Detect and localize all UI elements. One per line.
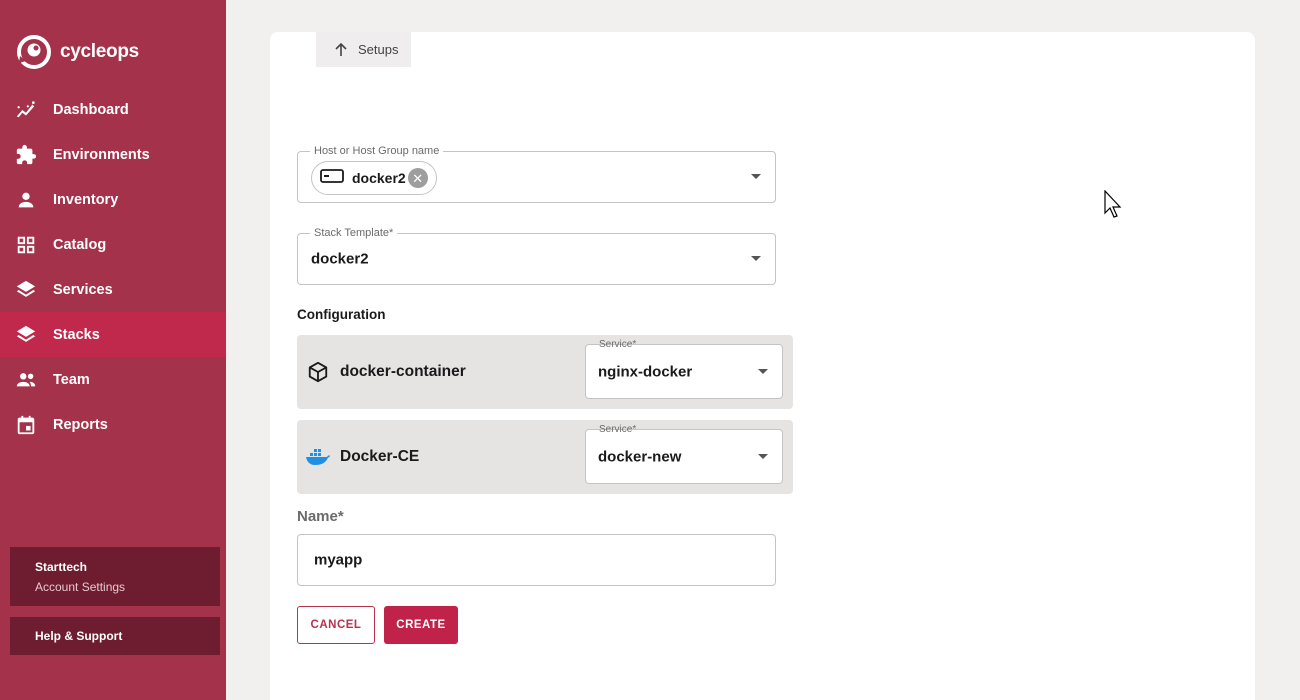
sidebar-item-label: Team [53, 371, 90, 388]
host-chip-label: docker2 [352, 170, 406, 186]
account-settings-link[interactable]: Account Settings [35, 580, 195, 594]
sidebar-item-label: Dashboard [53, 101, 129, 118]
sidebar-item-label: Inventory [53, 191, 119, 208]
stack-template-value: docker2 [311, 250, 369, 268]
logo[interactable]: cycleops [16, 34, 139, 70]
back-button-label: Setups [358, 42, 399, 57]
host-select[interactable]: Host or Host Group name docker2 ✕ [297, 144, 776, 203]
grid-icon [15, 234, 37, 256]
service-select[interactable]: Service* docker-new [585, 424, 783, 484]
name-input[interactable]: myapp [297, 534, 776, 586]
sidebar-item-label: Services [53, 281, 113, 298]
service-value: nginx-docker [598, 363, 693, 380]
chevron-down-icon[interactable] [758, 453, 768, 459]
name-field-label: Name* [297, 508, 344, 525]
chevron-down-icon[interactable] [751, 256, 761, 261]
sidebar-item-label: Reports [53, 416, 108, 433]
config-name: Docker-CE [340, 448, 420, 465]
host-chip[interactable]: docker2 ✕ [311, 161, 437, 195]
layers-icon [15, 279, 37, 301]
sidebar-item-catalog[interactable]: Catalog [0, 222, 226, 267]
puzzle-icon [15, 144, 37, 166]
layers-icon [15, 324, 37, 346]
stack-template-select[interactable]: Stack Template* docker2 [297, 226, 776, 285]
sidebar-item-stacks[interactable]: Stacks [0, 312, 226, 357]
calendar-icon [15, 414, 37, 436]
create-button[interactable]: CREATE [384, 606, 458, 644]
cube-icon [308, 361, 328, 383]
sidebar-item-label: Stacks [53, 326, 100, 343]
configuration-heading: Configuration [297, 307, 386, 322]
sidebar: cycleops Dashboard Environments Inventor… [0, 0, 226, 700]
service-value: docker-new [598, 448, 682, 465]
sidebar-item-environments[interactable]: Environments [0, 132, 226, 177]
sidebar-item-dashboard[interactable]: Dashboard [0, 87, 226, 132]
service-select[interactable]: Service* nginx-docker [585, 339, 783, 399]
chevron-down-icon[interactable] [751, 174, 761, 179]
service-legend: Service* [599, 339, 637, 350]
sidebar-item-inventory[interactable]: Inventory [0, 177, 226, 222]
server-icon [320, 168, 344, 188]
person-icon [15, 189, 37, 211]
config-row: Docker-CE Service* docker-new [297, 420, 793, 494]
chevron-down-icon[interactable] [758, 368, 768, 374]
host-field-legend: Host or Host Group name [310, 144, 444, 158]
cancel-button[interactable]: CANCEL [297, 606, 375, 644]
account-box[interactable]: Starttech Account Settings [10, 547, 220, 606]
help-support-button[interactable]: Help & Support [10, 617, 220, 655]
sidebar-item-label: Environments [53, 146, 150, 163]
docker-whale-icon [306, 449, 330, 465]
account-name: Starttech [35, 560, 88, 574]
sidebar-nav: Dashboard Environments Inventory Catalog… [0, 87, 226, 447]
sidebar-item-services[interactable]: Services [0, 267, 226, 312]
config-row: docker-container Service* nginx-docker [297, 335, 793, 409]
main-card: Setups Host or Host Group name docker2 ✕… [270, 32, 1255, 700]
sidebar-item-team[interactable]: Team [0, 357, 226, 402]
chart-line-icon [15, 99, 37, 121]
stack-template-legend: Stack Template* [310, 226, 398, 240]
config-name: docker-container [340, 363, 466, 380]
sidebar-item-reports[interactable]: Reports [0, 402, 226, 447]
name-input-value: myapp [314, 551, 363, 569]
cycleops-logo-icon [17, 35, 51, 69]
close-icon[interactable]: ✕ [407, 168, 428, 188]
people-icon [15, 369, 37, 391]
service-legend: Service* [599, 424, 637, 435]
sidebar-item-label: Catalog [53, 236, 107, 253]
arrow-up-icon [335, 42, 347, 56]
brand-name: cycleops [60, 41, 139, 62]
back-to-setups-button[interactable]: Setups [316, 32, 411, 67]
mouse-cursor-icon [1104, 190, 1122, 218]
